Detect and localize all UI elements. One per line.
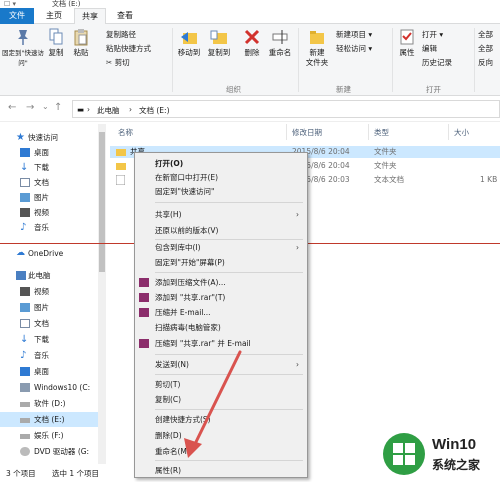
watermark: Win10 系统之家 <box>372 430 498 478</box>
watermark-subtitle: 系统之家 <box>432 458 481 472</box>
watermark-brand: Win10 <box>432 436 477 453</box>
annotation-arrow <box>184 350 242 458</box>
windows-logo-icon <box>383 433 425 475</box>
